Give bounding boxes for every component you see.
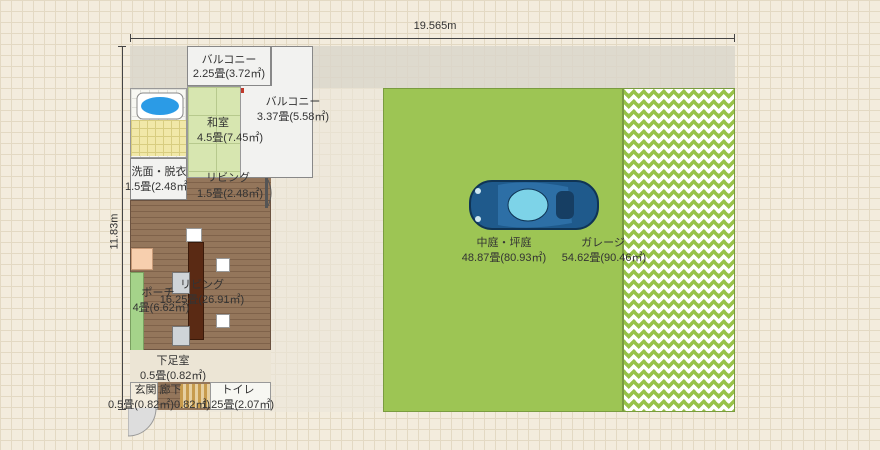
- senmen-area: 1.5畳(2.48㎡): [124, 181, 192, 193]
- width-dimension-tick-left: [130, 34, 131, 42]
- washitsu-name: 和室: [207, 117, 229, 129]
- courtyard[interactable]: [383, 88, 623, 412]
- washer-area: [131, 120, 186, 156]
- living-small-name: リビング: [206, 172, 250, 184]
- door-swing-icon[interactable]: [262, 178, 274, 208]
- courtyard-name: 中庭・坪庭: [476, 237, 532, 249]
- toilet-area: 1.25畳(2.07㎡): [201, 399, 275, 411]
- bathtub-icon[interactable]: [136, 92, 184, 120]
- porch-name: ポーチ: [141, 287, 175, 299]
- entrance-door-swing-icon[interactable]: [127, 407, 158, 438]
- car-icon[interactable]: [468, 175, 600, 235]
- chair-icon[interactable]: [216, 314, 230, 328]
- height-dimension-label: 11.83m: [108, 213, 121, 250]
- balcony-2-area: 3.37畳(5.58㎡): [256, 111, 330, 123]
- balcony-1-area: 2.25畳(3.72㎡): [192, 68, 266, 80]
- genkan-corridor-name: 玄関 廊下: [134, 384, 182, 396]
- porch-area: 4畳(6.62㎡): [132, 302, 190, 314]
- garage[interactable]: [623, 88, 735, 412]
- balcony-2-name: バルコニー: [265, 96, 321, 108]
- living-name: リビング: [180, 279, 224, 291]
- geshoku-name: 下足室: [156, 355, 190, 367]
- width-dimension-label: 19.565m: [413, 20, 457, 32]
- courtyard-area: 48.87畳(80.93㎡): [461, 252, 547, 264]
- chair-icon[interactable]: [216, 258, 230, 272]
- width-dimension-tick-right: [734, 34, 735, 42]
- garage-name: ガレージ: [581, 237, 625, 249]
- shelf: [131, 248, 153, 270]
- width-dimension-line: [130, 38, 735, 39]
- senmen-name: 洗面・脱衣: [131, 166, 187, 178]
- toilet-name: トイレ: [221, 384, 255, 396]
- balcony-1-name: バルコニー: [201, 54, 257, 66]
- washitsu-area: 4.5畳(7.45㎡): [196, 132, 264, 144]
- chair-icon[interactable]: [186, 228, 202, 242]
- garage-area: 54.62畳(90.46㎡): [561, 252, 647, 264]
- height-dimension-tick-top: [118, 46, 126, 47]
- height-dimension-line: [122, 46, 123, 410]
- stove-icon[interactable]: [172, 326, 190, 346]
